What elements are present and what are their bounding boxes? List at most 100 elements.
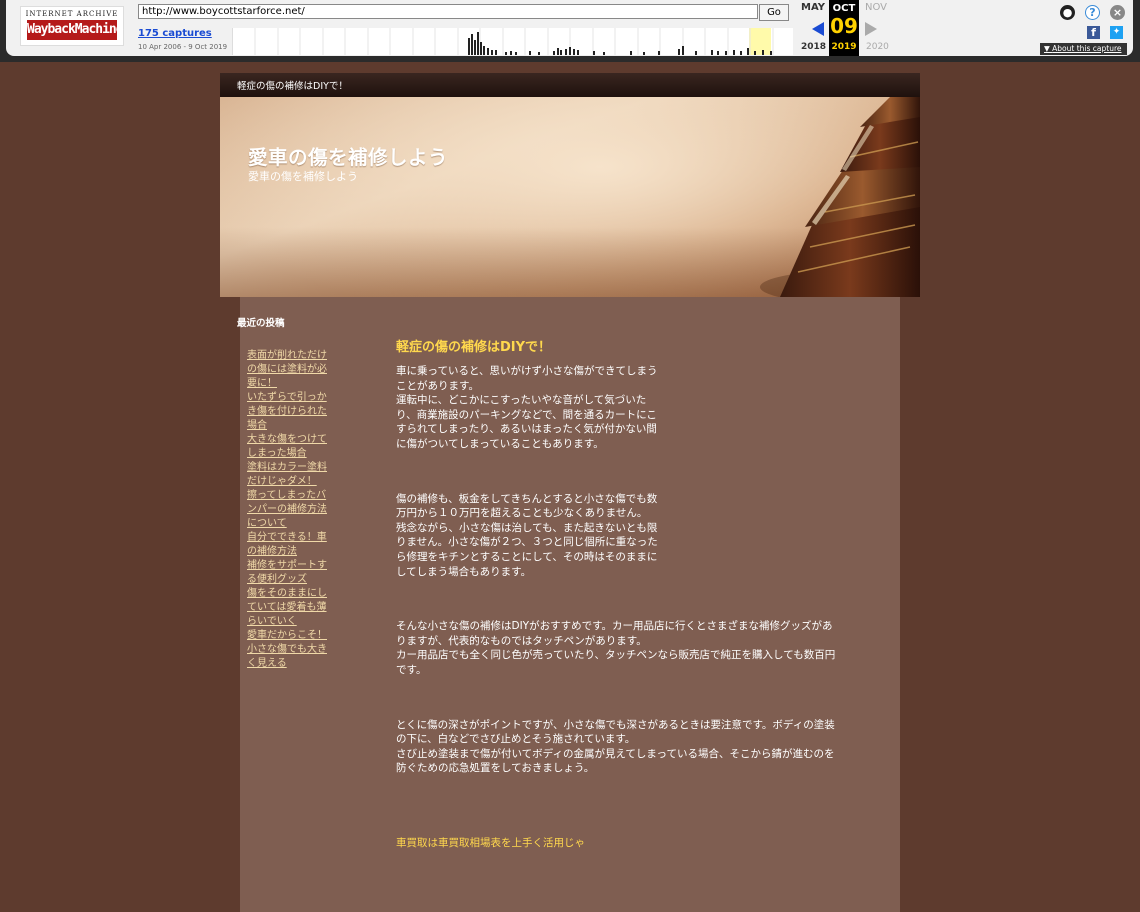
- wayback-next-month: NOV: [865, 2, 888, 13]
- post-paragraph-line: に傷がついてしまっていることもあります。: [396, 437, 604, 450]
- site-top-bar: 軽症の傷の補修はDIYで！: [220, 73, 920, 97]
- sidebar-item-line: しまった場合: [247, 448, 307, 459]
- footer-link[interactable]: 車買取は車買取相場表を上手く活用じゃ: [396, 835, 585, 850]
- post-paragraph-line: り、商業施設のパーキングなどで、間を通るカートにこ: [396, 408, 657, 421]
- post-body: 車に乗っていると、思いがけず小さな傷ができてしまう ことがあります。運転中に、どこ…: [396, 364, 886, 776]
- facebook-icon[interactable]: f: [1087, 26, 1100, 39]
- site-header: 愛車の傷を補修しよう 愛車の傷を補修しよう: [220, 97, 920, 297]
- sparkline-year-dividers: [254, 28, 774, 55]
- sidebar-item-link[interactable]: 塗料はカラー塗料 だけじゃダメ！: [247, 461, 337, 489]
- wayback-prev-month[interactable]: MAY: [801, 2, 825, 13]
- post-paragraph-line: 防ぐための応急処置をしておきましょう。: [396, 762, 595, 775]
- about-capture-label: About this capture: [1052, 44, 1122, 53]
- close-icon[interactable]: ×: [1110, 5, 1125, 20]
- sidebar-item-line: 小さな傷でも大き: [247, 644, 327, 655]
- sidebar-item: 表面が削れただけ の傷には塗料が必 要に！: [247, 349, 337, 391]
- sidebar-item-line: について: [247, 518, 287, 529]
- post-paragraph: 傷の補修も、板金をしてきちんとすると小さな傷でも数 万円から１０万円を超えることも…: [396, 492, 698, 580]
- wayback-sparkline[interactable]: [232, 28, 793, 55]
- post-paragraph: そんな小さな傷の補修はDIYがおすすめです。カー用品店に行くとさまざまな補修グッ…: [396, 619, 886, 677]
- post-paragraph-line: です。: [396, 663, 427, 676]
- wayback-next-year: 2020: [866, 42, 889, 52]
- sidebar-item-line: ていては愛着も薄: [247, 602, 327, 613]
- sidebar-item-line: ンパーの補修方法: [247, 504, 327, 515]
- sidebar-item-line: き傷を付けられた: [247, 406, 327, 417]
- sidebar-item-line: の補修方法: [247, 546, 297, 557]
- post-paragraph-line: そんな小さな傷の補修はDIYがおすすめです。カー用品店に行くとさまざまな補修グッ…: [396, 620, 833, 633]
- sidebar-item-line: 補修をサポートす: [247, 560, 327, 571]
- sidebar-item-link[interactable]: 大きな傷をつけて しまった場合: [247, 433, 337, 461]
- wayback-logo-top: INTERNET ARCHIVE: [25, 10, 119, 18]
- sidebar-item: いたずらで引っか き傷を付けられた 場合: [247, 391, 337, 433]
- post-paragraph-line: 傷の補修も、板金をしてきちんとすると小さな傷でも数: [396, 492, 658, 505]
- sidebar-item-link[interactable]: 補修をサポートす る便利グッズ: [247, 559, 337, 587]
- post-paragraph-line: さび止め塗装まで傷が付いてボディの金属が見えてしまっている場合、そこから錆が進む…: [396, 747, 835, 760]
- wayback-current-year: 2019: [831, 42, 857, 52]
- post: 軽症の傷の補修はDIYで！ 車に乗っていると、思いがけず小さな傷ができてしまうこ…: [396, 336, 886, 776]
- help-icon[interactable]: ?: [1085, 5, 1100, 20]
- sidebar-item-line: 場合: [247, 420, 267, 431]
- sidebar-item-link[interactable]: いたずらで引っか き傷を付けられた 場合: [247, 391, 337, 433]
- post-paragraph-line: の下に、白などでさび止めとそう施されています。: [396, 733, 636, 746]
- sidebar-item-line: 要に！: [247, 378, 277, 389]
- sidebar-item-line: らいでいく: [247, 616, 297, 627]
- post-paragraph: 車に乗っていると、思いがけず小さな傷ができてしまう ことがあります。運転中に、どこ…: [396, 364, 698, 452]
- sidebar-item-link[interactable]: 擦ってしまったバ ンパーの補修方法 について: [247, 489, 337, 531]
- post-paragraph-line: ことがあります。: [396, 379, 479, 392]
- sidebar-item: 愛車だからこそ！ 小さな傷でも大き く見える: [247, 629, 337, 671]
- post-paragraph-line: すられてしまったり、あるいはまったく気が付かない間: [396, 423, 657, 436]
- sidebar-item-line: 傷をそのままにし: [247, 588, 327, 599]
- post-paragraph: とくに傷の深さがポイントですが、小さな傷でも深さがあるときは要注意です。ボディの…: [396, 718, 886, 776]
- books-illustration: [760, 97, 920, 297]
- post-paragraph-line: ら修理をキチンとすることにして、その時はそのままに: [396, 550, 658, 563]
- wayback-prev-year[interactable]: 2018: [801, 42, 826, 52]
- sidebar-item-line: る便利グッズ: [247, 574, 307, 585]
- wayback-sparkline-graph: [254, 28, 774, 55]
- sidebar-item: 傷をそのままにし ていては愛着も薄 らいでいく: [247, 587, 337, 629]
- sidebar-item-line: く見える: [247, 658, 287, 669]
- post-paragraph-line: りません。小さな傷が２つ、３つと同じ個所に重なった: [396, 536, 658, 549]
- site-title[interactable]: 愛車の傷を補修しよう: [248, 141, 448, 170]
- sidebar-item-line: 擦ってしまったバ: [247, 490, 327, 501]
- sidebar-item: 擦ってしまったバ ンパーの補修方法 について: [247, 489, 337, 531]
- next-capture-arrow-icon: [865, 22, 877, 36]
- wayback-url-input[interactable]: http://www.boycottstarforce.net/: [138, 4, 758, 19]
- post-paragraph-line: りますが、代表的なものではタッチペンがあります。: [396, 634, 647, 647]
- wayback-current-month: OCT: [832, 3, 856, 14]
- wayback-captures-link[interactable]: 175 captures: [138, 28, 212, 39]
- about-capture-button[interactable]: ▼ About this capture: [1040, 43, 1127, 55]
- sidebar-item-link[interactable]: 表面が削れただけ の傷には塗料が必 要に！: [247, 349, 337, 391]
- sidebar-item-line: 愛車だからこそ！: [247, 630, 327, 641]
- wayback-go-button[interactable]: Go: [759, 4, 789, 21]
- recent-posts-list: 表面が削れただけ の傷には塗料が必 要に！ いたずらで引っか き傷を付けられた 場合 大きな…: [247, 349, 337, 671]
- sidebar-item-line: 表面が削れただけ: [247, 350, 327, 361]
- sidebar-item: 大きな傷をつけて しまった場合: [247, 433, 337, 461]
- post-paragraph-line: 車に乗っていると、思いがけず小さな傷ができてしまう: [396, 365, 658, 377]
- wayback-current-day: 09: [830, 14, 858, 38]
- user-icon[interactable]: ●: [1060, 5, 1075, 20]
- sidebar-item-line: 自分でできる！車: [247, 532, 327, 543]
- post-paragraph-line: 万円から１０万円を超えることも少なくありません。: [396, 507, 648, 520]
- wayback-capture-range: 10 Apr 2006 - 9 Oct 2019: [138, 43, 228, 51]
- wayback-current-capture: OCT 09 2019: [829, 0, 859, 56]
- post-paragraph-line: とくに傷の深さがポイントですが、小さな傷でも深さがあるときは要注意です。ボディの…: [396, 718, 835, 731]
- twitter-icon[interactable]: ✦: [1110, 26, 1123, 39]
- prev-capture-arrow-icon[interactable]: [812, 22, 824, 36]
- sidebar-item-link[interactable]: 愛車だからこそ！ 小さな傷でも大き く見える: [247, 629, 337, 671]
- post-paragraph-line: してしまう場合もあります。: [396, 565, 532, 578]
- sidebar-item-line: だけじゃダメ！: [247, 476, 317, 487]
- wayback-logo[interactable]: INTERNET ARCHIVE WaybackMachine: [20, 6, 124, 46]
- sidebar-heading: 最近の投稿: [237, 318, 285, 329]
- wayback-logo-main: WaybackMachine: [27, 20, 124, 40]
- wayback-toolbar: INTERNET ARCHIVE WaybackMachine http://w…: [0, 0, 1140, 62]
- sidebar-item: 自分でできる！車 の補修方法: [247, 531, 337, 559]
- sidebar-item-link[interactable]: 自分でできる！車 の補修方法: [247, 531, 337, 559]
- chevron-down-icon: ▼: [1044, 44, 1053, 53]
- sidebar-item-line: 塗料はカラー塗料: [247, 462, 327, 473]
- sidebar-item-line: いたずらで引っか: [247, 392, 327, 403]
- sidebar-item-line: の傷には塗料が必: [247, 364, 327, 375]
- sidebar-item: 補修をサポートす る便利グッズ: [247, 559, 337, 587]
- site-subtitle: 愛車の傷を補修しよう: [248, 170, 358, 183]
- sidebar-item-link[interactable]: 傷をそのままにし ていては愛着も薄 らいでいく: [247, 587, 337, 629]
- post-paragraph-line: 運転中に、どこかにこすったいやな音がして気づいた: [396, 394, 647, 407]
